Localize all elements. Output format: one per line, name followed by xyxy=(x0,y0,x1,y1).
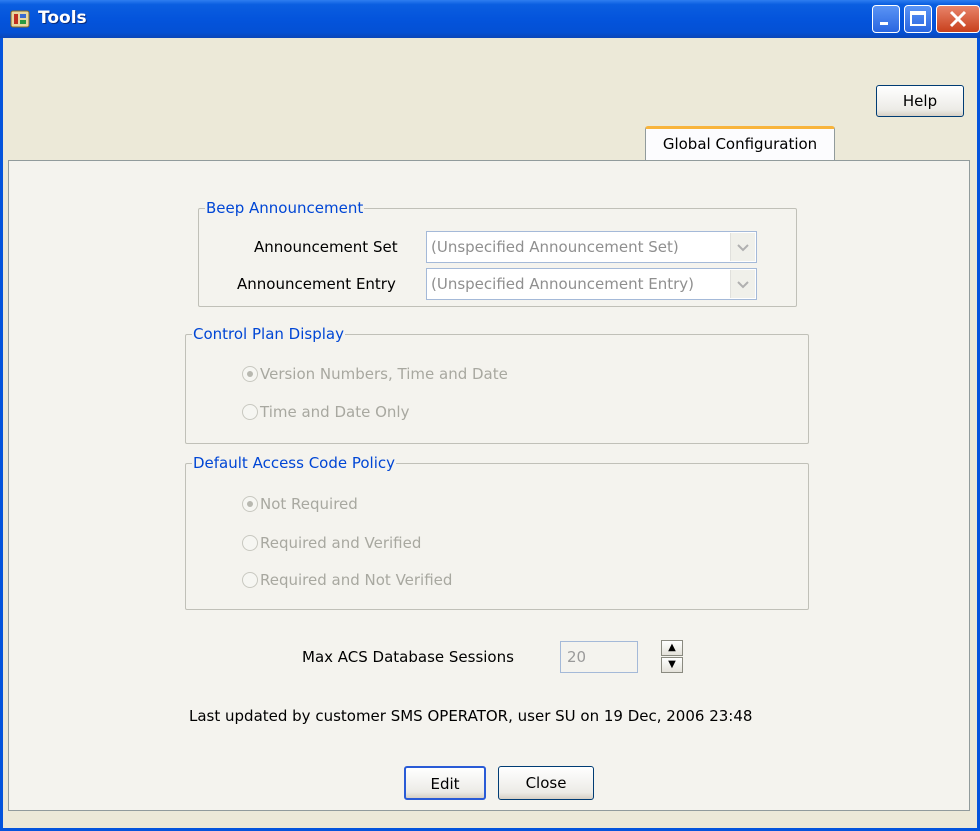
max-sessions-field[interactable]: 20 xyxy=(560,641,638,673)
announcement-entry-label: Announcement Entry xyxy=(237,275,396,293)
spinner-up-icon[interactable]: ▲ xyxy=(661,640,683,656)
radio-selected-icon xyxy=(242,496,258,512)
default-access-code-policy-legend: Default Access Code Policy xyxy=(193,454,396,472)
announcement-entry-select[interactable]: (Unspecified Announcement Entry) xyxy=(426,268,757,300)
tools-app-icon xyxy=(10,9,30,29)
window-title: Tools xyxy=(38,8,87,28)
announcement-set-value: (Unspecified Announcement Set) xyxy=(431,238,679,256)
beep-announcement-legend: Beep Announcement xyxy=(206,199,364,217)
chevron-down-icon[interactable] xyxy=(730,233,755,261)
radio-time-and-date-only[interactable]: Time and Date Only xyxy=(242,401,409,423)
radio-not-required[interactable]: Not Required xyxy=(242,493,358,515)
last-updated-text: Last updated by customer SMS OPERATOR, u… xyxy=(189,707,753,725)
radio-required-and-verified[interactable]: Required and Verified xyxy=(242,532,421,554)
maximize-icon[interactable] xyxy=(904,5,932,33)
radio-version-numbers[interactable]: Version Numbers, Time and Date xyxy=(242,363,508,385)
minimize-icon[interactable] xyxy=(872,5,900,33)
radio-version-numbers-label: Version Numbers, Time and Date xyxy=(260,365,508,383)
help-button[interactable]: Help xyxy=(876,85,964,117)
radio-selected-icon xyxy=(242,366,258,382)
close-button[interactable]: Close xyxy=(498,766,594,800)
radio-required-and-verified-label: Required and Verified xyxy=(260,534,422,552)
announcement-entry-value: (Unspecified Announcement Entry) xyxy=(431,275,694,293)
announcement-set-label: Announcement Set xyxy=(254,238,398,256)
tab-global-configuration[interactable]: Global Configuration xyxy=(645,126,835,161)
title-bar[interactable]: Tools xyxy=(0,0,980,38)
radio-unselected-icon xyxy=(242,572,258,588)
max-sessions-label: Max ACS Database Sessions xyxy=(302,648,514,666)
chevron-down-icon[interactable] xyxy=(730,270,755,298)
control-plan-display-legend: Control Plan Display xyxy=(193,325,344,343)
radio-required-and-not-verified-label: Required and Not Verified xyxy=(260,571,453,589)
edit-button[interactable]: Edit xyxy=(404,766,486,800)
announcement-set-select[interactable]: (Unspecified Announcement Set) xyxy=(426,231,757,263)
radio-unselected-icon xyxy=(242,404,258,420)
radio-not-required-label: Not Required xyxy=(260,495,358,513)
spinner-down-icon[interactable]: ▼ xyxy=(661,657,683,673)
radio-required-and-not-verified[interactable]: Required and Not Verified xyxy=(242,569,452,591)
radio-unselected-icon xyxy=(242,535,258,551)
close-icon[interactable] xyxy=(936,5,980,33)
radio-time-and-date-only-label: Time and Date Only xyxy=(260,403,410,421)
